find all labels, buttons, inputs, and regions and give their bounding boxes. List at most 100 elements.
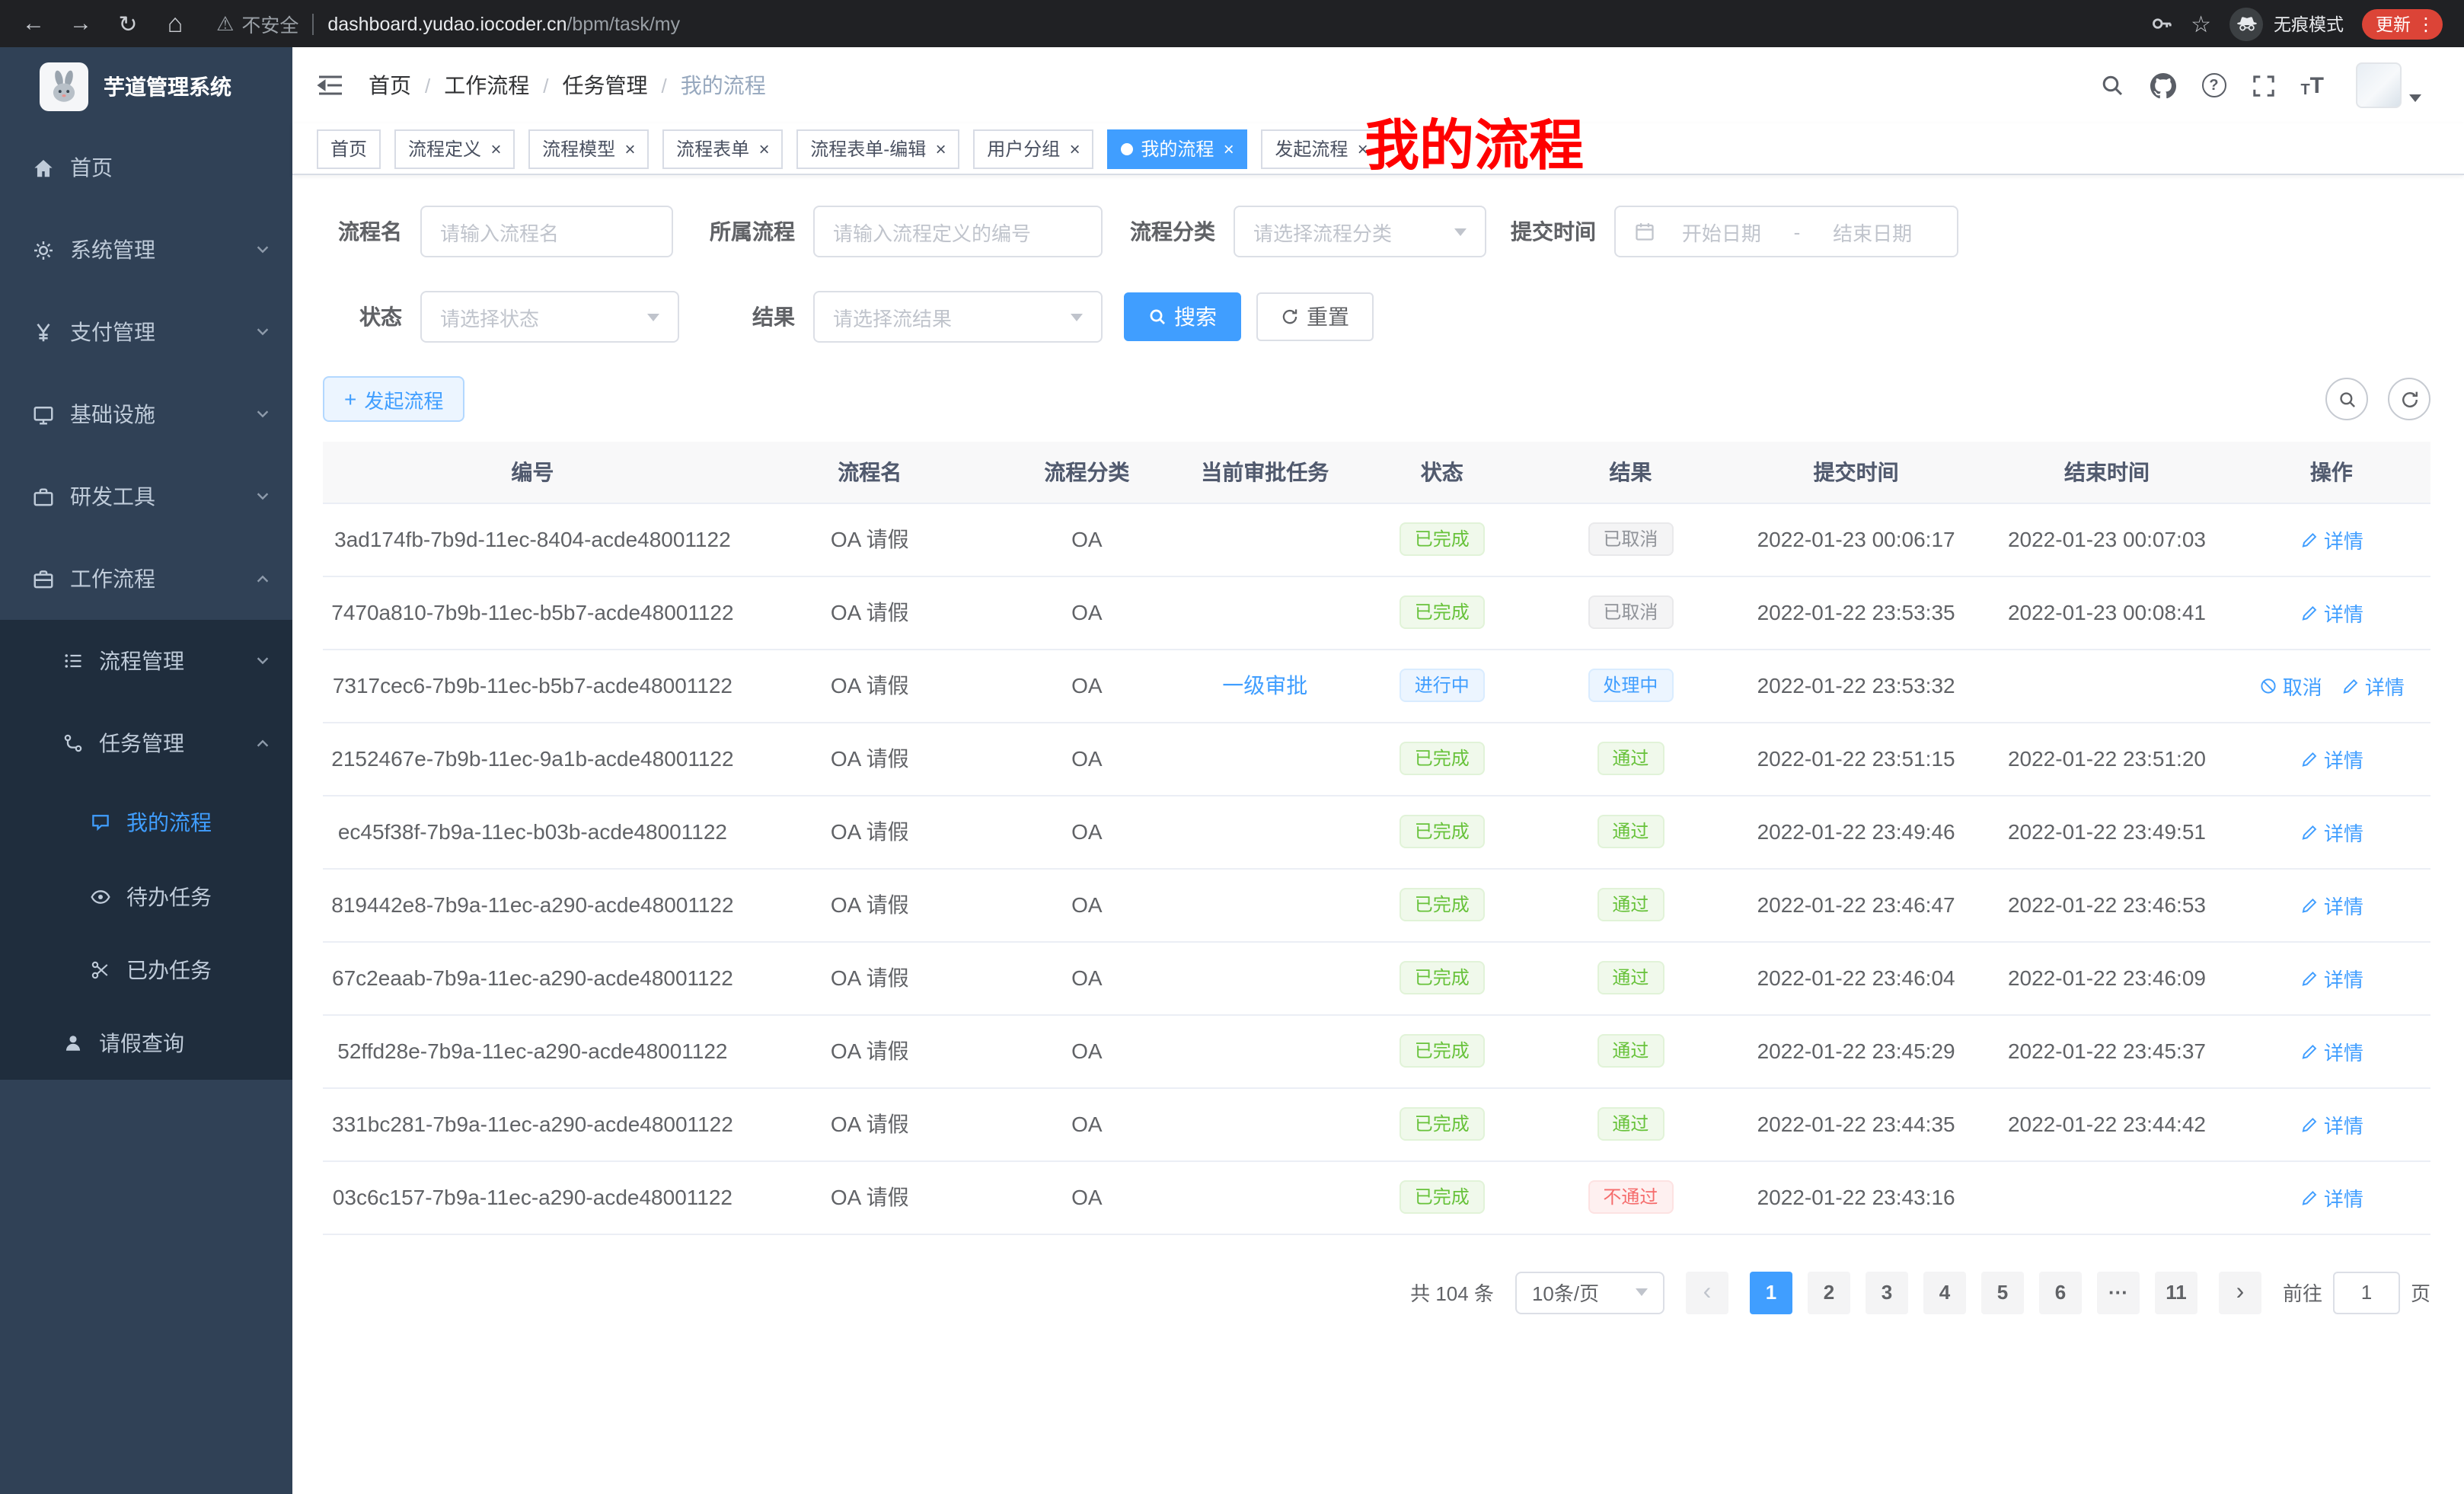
sidebar-item-payment[interactable]: 支付管理 <box>0 291 292 373</box>
page-size-select[interactable]: 10条/页 <box>1515 1271 1664 1314</box>
browser-forward-icon[interactable]: → <box>62 5 99 42</box>
branch-icon <box>61 733 85 754</box>
detail-link[interactable]: 详情 <box>2341 671 2405 700</box>
pagination-page-3[interactable]: 3 <box>1866 1271 1908 1314</box>
update-menu-button[interactable]: 更新 ⋮ <box>2362 8 2443 39</box>
search-button[interactable]: 搜索 <box>1124 292 1241 341</box>
end-time: 2022-01-22 23:45:37 <box>1981 1014 2232 1087</box>
tab-首页[interactable]: 首页 <box>317 129 381 168</box>
browser-reload-icon[interactable]: ↻ <box>110 5 146 42</box>
tab-close-icon[interactable]: × <box>935 139 946 158</box>
process-name: OA 请假 <box>742 941 997 1014</box>
sidebar-item-devtools[interactable]: 研发工具 <box>0 455 292 538</box>
pagination-page-11[interactable]: 11 <box>2155 1271 2197 1314</box>
result-badge: 通过 <box>1597 1034 1664 1068</box>
pagination-total: 共 104 条 <box>1410 1278 1494 1307</box>
submit-time: 2022-01-22 23:43:16 <box>1731 1160 1981 1234</box>
chevron-down-icon <box>1454 228 1467 235</box>
incognito-label: 无痕模式 <box>2274 11 2344 36</box>
status-select[interactable]: 请选择状态 <box>420 291 679 343</box>
tab-流程表单-编辑[interactable]: 流程表单-编辑× <box>796 129 959 168</box>
hamburger-icon[interactable] <box>317 73 344 97</box>
tab-发起流程[interactable]: 发起流程× <box>1261 129 1381 168</box>
pagination-prev[interactable]: ‹ <box>1686 1271 1728 1314</box>
sidebar-item-done-tasks[interactable]: 已办任务 <box>0 934 292 1007</box>
sidebar-item-todo-tasks[interactable]: 待办任务 <box>0 860 292 934</box>
detail-link[interactable]: 详情 <box>2300 1109 2363 1138</box>
status-badge: 已完成 <box>1400 1034 1485 1068</box>
table-row: 67c2eaab-7b9a-11ec-a290-acde48001122 OA … <box>323 941 2430 1014</box>
address-bar[interactable]: ⚠ 不安全 dashboard.yudao.iocoder.cn/bpm/tas… <box>216 9 680 38</box>
breadcrumb-home[interactable]: 首页 <box>369 70 411 101</box>
tab-我的流程[interactable]: 我的流程× <box>1107 129 1247 168</box>
cancel-link[interactable]: 取消 <box>2258 671 2322 700</box>
pagination-page-4[interactable]: 4 <box>1923 1271 1966 1314</box>
tab-close-icon[interactable]: × <box>1069 139 1080 158</box>
pagination-next[interactable]: › <box>2219 1271 2261 1314</box>
sidebar-item-process-management[interactable]: 流程管理 <box>0 620 292 702</box>
detail-link[interactable]: 详情 <box>2300 963 2363 992</box>
page-jump-input[interactable]: 1 <box>2333 1271 2400 1314</box>
logo[interactable]: 芋道管理系统 <box>0 47 292 126</box>
font-size-icon[interactable]: TT <box>2300 72 2324 98</box>
annotation-overlay: 我的流程 <box>1364 102 1584 181</box>
sidebar-item-home[interactable]: 首页 <box>0 126 292 209</box>
tab-流程表单[interactable]: 流程表单× <box>662 129 783 168</box>
detail-link[interactable]: 详情 <box>2300 744 2363 773</box>
result-select[interactable]: 请选择流结果 <box>813 291 1103 343</box>
detail-link[interactable]: 详情 <box>2300 598 2363 627</box>
create-process-button[interactable]: + 发起流程 <box>323 376 464 422</box>
tab-close-icon[interactable]: × <box>758 139 769 158</box>
search-icon[interactable] <box>2099 73 2124 97</box>
breadcrumb-task-management[interactable]: 任务管理 <box>563 70 648 101</box>
sidebar-item-infrastructure[interactable]: 基础设施 <box>0 373 292 455</box>
user-menu[interactable] <box>2356 62 2421 108</box>
tab-用户分组[interactable]: 用户分组× <box>973 129 1093 168</box>
pagination-page-6[interactable]: 6 <box>2039 1271 2082 1314</box>
pagination-page-1[interactable]: 1 <box>1750 1271 1792 1314</box>
detail-link[interactable]: 详情 <box>2300 890 2363 919</box>
start-date-placeholder: 开始日期 <box>1655 217 1788 246</box>
browser-home-icon[interactable]: ⌂ <box>157 5 193 42</box>
tab-流程定义[interactable]: 流程定义× <box>394 129 515 168</box>
detail-link[interactable]: 详情 <box>2300 525 2363 554</box>
bookmark-star-icon[interactable]: ☆ <box>2191 10 2211 37</box>
result-badge: 不通过 <box>1588 1180 1673 1214</box>
fullscreen-icon[interactable] <box>2252 74 2274 97</box>
help-icon[interactable]: ? <box>2201 73 2226 97</box>
sidebar-item-task-management[interactable]: 任务管理 <box>0 702 292 784</box>
tab-close-icon[interactable]: × <box>1223 139 1234 158</box>
breadcrumb-workflow[interactable]: 工作流程 <box>444 70 529 101</box>
process-category-select[interactable]: 请选择流程分类 <box>1234 206 1486 257</box>
browser-back-icon[interactable]: ← <box>15 5 52 42</box>
tab-close-icon[interactable]: × <box>490 139 501 158</box>
chevron-down-icon <box>254 649 271 673</box>
detail-link[interactable]: 详情 <box>2300 1036 2363 1065</box>
pagination-page-5[interactable]: 5 <box>1981 1271 2024 1314</box>
row-actions: 取消详情 <box>2233 649 2430 722</box>
sidebar-item-my-process[interactable]: 我的流程 <box>0 784 292 860</box>
filter-label-submit-time: 提交时间 <box>1486 216 1614 247</box>
sidebar-item-workflow[interactable]: 工作流程 <box>0 538 292 620</box>
scissors-icon <box>88 959 113 981</box>
tab-流程模型[interactable]: 流程模型× <box>528 129 649 168</box>
reset-button[interactable]: 重置 <box>1256 292 1374 341</box>
process-definition-input[interactable]: 请输入流程定义的编号 <box>813 206 1103 257</box>
status-badge: 已完成 <box>1400 522 1485 556</box>
refresh-button[interactable] <box>2388 378 2430 420</box>
key-icon[interactable] <box>2150 12 2172 35</box>
current-task-link[interactable]: 一级审批 <box>1222 673 1307 698</box>
process-name-input[interactable]: 请输入流程名 <box>420 206 673 257</box>
pagination-page-2[interactable]: 2 <box>1808 1271 1850 1314</box>
sidebar-item-leave-query[interactable]: 请假查询 <box>0 1007 292 1080</box>
github-icon[interactable] <box>2150 72 2175 98</box>
toggle-search-button[interactable] <box>2325 378 2368 420</box>
sidebar-item-system[interactable]: 系统管理 <box>0 209 292 291</box>
detail-link[interactable]: 详情 <box>2300 817 2363 846</box>
detail-link[interactable]: 详情 <box>2300 1183 2363 1211</box>
process-name: OA 请假 <box>742 649 997 722</box>
submit-time-range-picker[interactable]: 开始日期 - 结束日期 <box>1614 206 1958 257</box>
pagination-more[interactable]: ··· <box>2097 1271 2140 1314</box>
avatar[interactable] <box>2356 62 2402 108</box>
tab-close-icon[interactable]: × <box>624 139 635 158</box>
